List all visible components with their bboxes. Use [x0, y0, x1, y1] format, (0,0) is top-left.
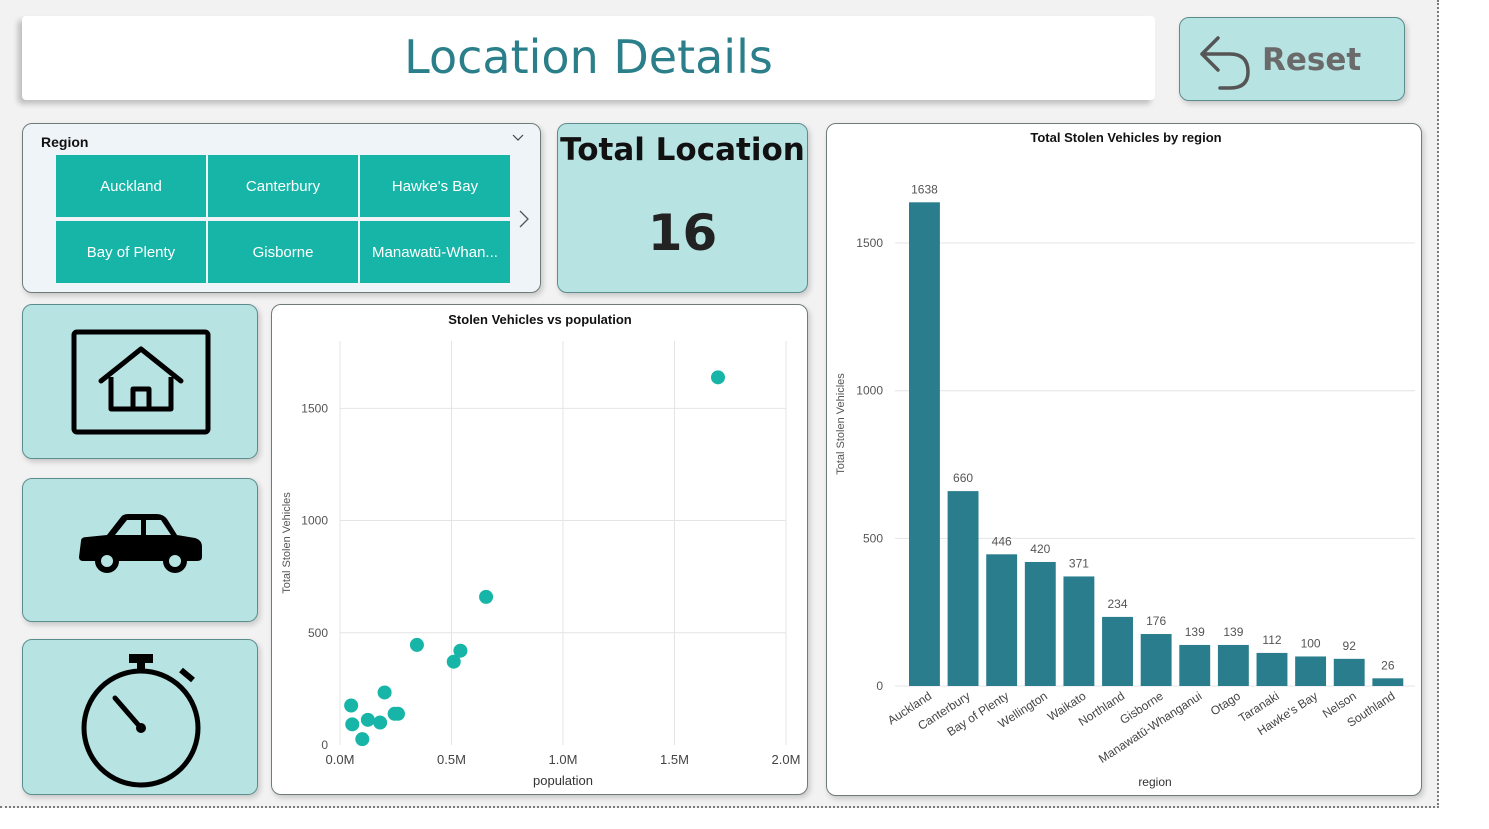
bar-auckland: [909, 202, 940, 686]
bar-manawat-whanganui: [1179, 644, 1211, 686]
data-label-wellington: 420: [1030, 542, 1050, 556]
y-tick-label: 1000: [856, 384, 883, 398]
scatter-title: Stolen Vehicles vs population: [448, 312, 632, 327]
data-label-canterbury: 660: [953, 471, 973, 485]
kpi-title: Total Location: [560, 132, 805, 168]
region-slicer: Region Auckland Canterbury Hawke's Bay B…: [22, 123, 541, 293]
slicer-item-manawatu[interactable]: Manawatū-Whan...: [360, 221, 510, 283]
y-tick-label: 500: [308, 626, 328, 640]
data-label-taranaki: 112: [1262, 633, 1281, 647]
bar-hawke-s-bay: [1295, 656, 1327, 686]
data-label-nelson: 92: [1343, 639, 1357, 653]
x-axis-title: population: [533, 773, 593, 788]
y-tick-label: 1500: [856, 236, 883, 250]
bar-northland: [1102, 616, 1133, 686]
x-axis-title: region: [1138, 775, 1171, 789]
scatter-point: [479, 589, 494, 604]
bar-chart-title: Total Stolen Vehicles by region: [1030, 130, 1221, 145]
bar-chart-card: Total Stolen Vehicles by region 0 500 1000 1…: [826, 123, 1422, 796]
stopwatch-icon: [81, 654, 201, 788]
x-tick-label: 1.5M: [660, 752, 689, 767]
slicer-item-auckland[interactable]: Auckland: [56, 155, 206, 217]
kpi-value: 16: [647, 204, 718, 262]
car-icon: [79, 514, 202, 573]
time-button[interactable]: [22, 639, 258, 795]
y-tick-label: 0: [876, 679, 883, 693]
y-axis-title: Total Stolen Vehicles: [281, 492, 293, 594]
data-label-southland: 26: [1381, 658, 1395, 672]
home-button[interactable]: [22, 304, 258, 459]
scatter-chart-card: Stolen Vehicles vs population 0.0M 0.5M 1.0…: [271, 304, 808, 795]
slicer-header: Region: [41, 134, 89, 150]
slicer-item-hawkes-bay[interactable]: Hawke's Bay: [360, 155, 510, 217]
data-label-northland: 234: [1108, 597, 1128, 611]
bar-bay-of-plenty: [986, 554, 1018, 686]
scatter-point: [373, 715, 388, 730]
y-tick-label: 0: [321, 738, 328, 752]
home-icon: [71, 329, 211, 435]
reset-label: Reset: [1262, 42, 1362, 78]
reset-button[interactable]: Reset: [1179, 17, 1405, 101]
bar-nelson: [1333, 658, 1365, 686]
x-tick-label: 1.0M: [549, 752, 578, 767]
scatter-point: [710, 370, 725, 385]
scatter-point: [446, 654, 461, 669]
scatter-point: [355, 732, 370, 747]
scatter-point: [387, 706, 402, 721]
bar-wellington: [1024, 561, 1056, 686]
scatter-point: [344, 698, 359, 713]
x-tick-label: 0.5M: [437, 752, 466, 767]
scatter-point: [409, 637, 424, 652]
chevron-down-icon[interactable]: [512, 134, 524, 142]
slicer-item-canterbury[interactable]: Canterbury: [208, 155, 358, 217]
data-label-auckland: 1638: [911, 182, 938, 196]
title-banner: Location Details: [22, 16, 1155, 100]
page-title: Location Details: [404, 30, 773, 84]
slicer-item-gisborne[interactable]: Gisborne: [208, 221, 358, 283]
bar-southland: [1372, 678, 1404, 686]
vehicles-button[interactable]: [22, 478, 258, 622]
data-label-otago: 139: [1223, 625, 1243, 639]
y-tick-label: 1500: [301, 401, 328, 415]
chevron-right-icon[interactable]: [519, 210, 529, 228]
y-tick-label: 500: [863, 531, 883, 545]
x-tick-label: 2.0M: [772, 752, 801, 767]
bar-canterbury: [947, 491, 979, 686]
bar-gisborne: [1140, 634, 1172, 686]
y-tick-label: 1000: [301, 514, 328, 528]
bar-waikato: [1063, 576, 1095, 686]
scatter-chart: Stolen Vehicles vs population 0.0M 0.5M 1.0…: [281, 312, 801, 788]
undo-arrow-icon: [1200, 36, 1250, 90]
report-canvas: Location Details Reset Region Auckland C…: [0, 0, 1439, 808]
x-tick-label: 0.0M: [326, 752, 355, 767]
kpi-card: Total Location 16: [557, 123, 808, 293]
data-label-manawat-whanganui: 139: [1185, 625, 1205, 639]
scatter-point: [345, 717, 360, 732]
y-axis-title: Total Stolen Vehicles: [835, 373, 847, 475]
data-label-hawke-s-bay: 100: [1301, 636, 1321, 650]
scatter-point: [360, 712, 375, 727]
data-label-bay-of-plenty: 446: [992, 534, 1012, 548]
bar-chart: Total Stolen Vehicles by region 0 500 1000 1…: [835, 130, 1415, 789]
data-label-waikato: 371: [1069, 556, 1089, 570]
slicer-item-bay-of-plenty[interactable]: Bay of Plenty: [56, 221, 206, 283]
bar-otago: [1217, 644, 1249, 686]
bar-taranaki: [1256, 652, 1288, 686]
data-label-gisborne: 176: [1146, 614, 1166, 628]
scatter-point: [377, 685, 392, 700]
